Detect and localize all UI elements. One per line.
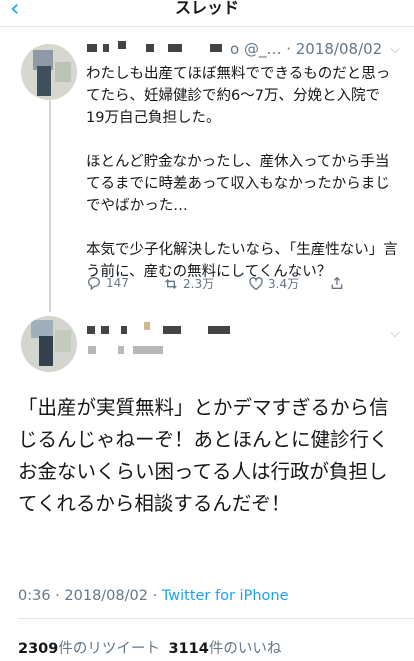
- share-button[interactable]: [329, 275, 349, 291]
- reply-count: 147: [106, 276, 129, 290]
- tweet-menu-chevron-icon[interactable]: ⌵: [390, 326, 400, 341]
- reply-icon: [87, 276, 101, 291]
- reply-button[interactable]: 147: [86, 275, 129, 291]
- tweet-text: わたしも出産てほぼ無料でできるものだと思ってたら、妊婦健診で約6〜7万、分娩と入…: [86, 66, 398, 280]
- thread-line: [49, 100, 51, 312]
- like-label: 件のいいね: [208, 641, 282, 657]
- handle-date: o @_… · 2018/08/02: [230, 40, 383, 58]
- retweets-stat[interactable]: 2309件のリツイート: [18, 641, 160, 657]
- retweet-button[interactable]: 2.3万: [163, 275, 214, 292]
- tweet-actions: 147 2.3万 3.4万: [86, 275, 376, 295]
- tweet-stats: 2309件のリツイート 3114件のいいね: [18, 637, 281, 658]
- like-total: 3114: [168, 641, 209, 657]
- likes-stat[interactable]: 3114件のいいね: [168, 641, 281, 657]
- retweet-icon: [165, 278, 177, 289]
- nav-bar: ‹ スレッド: [0, 0, 414, 27]
- divider: [18, 618, 414, 619]
- parent-tweet[interactable]: o @_… · 2018/08/02 ⌵ わたしも出産てほぼ無料でできるものだと…: [0, 27, 414, 312]
- tweet-menu-chevron-icon[interactable]: ⌵: [390, 42, 400, 57]
- tweet-text: 「出産が実質無料」とかデマすぎるから信じるんじゃねーぞ！あとほんとに健診行くお金…: [18, 396, 389, 515]
- retweet-total: 2309: [18, 641, 59, 657]
- source-link[interactable]: Twitter for iPhone: [162, 588, 289, 604]
- share-icon: [331, 276, 343, 289]
- timestamp: 0:36 · 2018/08/02 ·: [18, 588, 162, 604]
- like-button[interactable]: 3.4万: [248, 275, 299, 292]
- main-tweet: ⌵ 「出産が実質無料」とかデマすぎるから信じるんじゃねーぞ！あとほんとに健診行く…: [0, 310, 414, 661]
- page-title: スレッド: [174, 0, 239, 17]
- avatar[interactable]: [21, 44, 77, 100]
- like-count: 3.4万: [268, 277, 300, 291]
- retweet-count: 2.3万: [183, 277, 215, 291]
- retweet-label: 件のリツイート: [58, 641, 160, 657]
- avatar[interactable]: [21, 316, 77, 372]
- heart-icon: [249, 276, 263, 290]
- tweet-meta: 0:36 · 2018/08/02 · Twitter for iPhone: [18, 588, 289, 604]
